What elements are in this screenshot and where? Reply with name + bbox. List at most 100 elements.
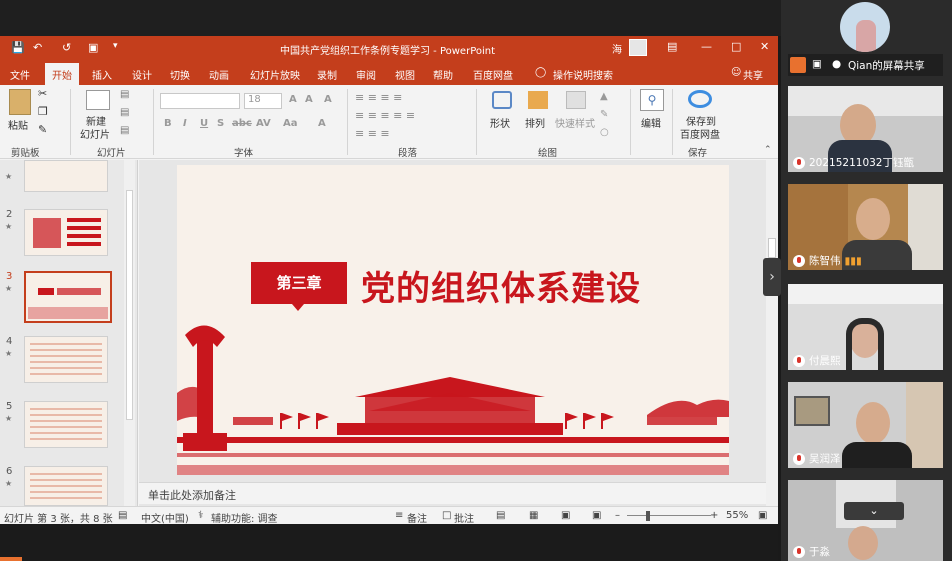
new-slide-icon[interactable] [86,90,110,110]
new-slide-label-2[interactable]: 幻灯片 [80,126,110,141]
reset-icon[interactable]: ▤ [120,107,129,118]
edit-label[interactable]: 编辑 [641,115,661,130]
strikethrough-icon[interactable]: abc [232,118,252,129]
baidu-cloud-icon[interactable] [688,90,712,108]
tab-home[interactable]: 开始 [45,63,79,87]
tab-view[interactable]: 视图 [395,67,415,82]
maximize-icon[interactable]: □ [731,40,741,53]
fill-icon[interactable]: ▲ [600,91,608,102]
tab-design[interactable]: 设计 [132,67,152,82]
sharer-avatar[interactable] [840,2,890,52]
language-status[interactable]: 中文(中国) [141,510,189,525]
video-tile[interactable]: 20215211032丁钰甑 [788,86,943,172]
slide-thumbnail-1[interactable] [24,160,108,192]
slide-thumbnail-6[interactable] [24,466,108,506]
arrange-label[interactable]: 排列 [525,115,545,130]
effects-icon[interactable]: ○ [600,127,609,138]
slide-thumbnail-3[interactable] [24,271,112,323]
font-size-select[interactable]: 18 [244,93,282,109]
tab-review[interactable]: 审阅 [356,67,376,82]
scroll-thumb[interactable] [126,190,133,420]
present-icon[interactable]: ▣ [88,41,98,54]
quick-style-label[interactable]: 快速样式 [555,115,595,130]
italic-icon[interactable]: I [183,118,187,129]
fit-slide-icon[interactable]: ▣ [758,510,767,521]
save-to-label-2[interactable]: 百度网盘 [680,126,720,141]
quick-style-icon[interactable] [566,91,586,109]
tab-record[interactable]: 录制 [317,67,337,82]
comments-button[interactable]: 批注 [454,510,474,525]
font-family-select[interactable] [160,93,240,109]
paste-icon[interactable] [9,89,31,115]
chevron-down-icon[interactable]: ⌄ [844,502,904,520]
slide-scroll-thumb[interactable] [768,238,776,258]
slide-thumbnail-2[interactable] [24,209,108,256]
zoom-in-icon[interactable]: + [710,510,718,521]
layout-icon[interactable]: ▤ [120,89,129,100]
tab-transitions[interactable]: 切换 [170,67,190,82]
tab-animations[interactable]: 动画 [209,67,229,82]
format-painter-icon[interactable]: ✎ [38,123,47,136]
bullets-icon[interactable]: ≡ ≡ ≡ ≡ [355,91,402,104]
thumbnails-scrollbar[interactable] [124,160,135,506]
video-tile[interactable]: 付晨熙 [788,284,943,370]
current-slide[interactable]: 第三章 党的组织体系建设 [177,165,729,475]
accessibility-status[interactable]: 辅助功能: 调查 [211,510,278,525]
user-avatar[interactable] [629,39,647,56]
notes-button[interactable]: 备注 [407,510,427,525]
find-icon[interactable]: ⚲ [640,89,664,111]
collapse-ribbon-icon[interactable]: ⌃ [764,145,772,155]
shrink-font-icon[interactable]: A [305,94,313,105]
notes-pane[interactable]: 单击此处添加备注 [139,482,766,504]
change-case-icon[interactable]: Aa [283,118,298,129]
arrange-icon[interactable] [528,91,548,109]
char-spacing-icon[interactable]: AV [256,118,271,129]
reading-view-icon[interactable]: ▣ [561,510,570,521]
shadow-icon[interactable]: S [217,118,224,129]
zoom-level[interactable]: 55% [726,510,748,521]
tell-me-search[interactable]: 操作说明搜索 [553,67,613,82]
sorter-view-icon[interactable]: ▦ [529,510,538,521]
shapes-icon[interactable] [492,91,512,109]
cut-icon[interactable]: ✂ [38,87,47,100]
tab-file[interactable]: 文件 [10,67,30,82]
tab-insert[interactable]: 插入 [92,67,112,82]
zoom-slider-thumb[interactable] [646,511,650,521]
zoom-out-icon[interactable]: – [615,510,620,521]
muted-mic-icon [793,545,805,558]
tab-baidu[interactable]: 百度网盘 [473,67,513,82]
close-icon[interactable]: ✕ [760,40,769,53]
undo-icon[interactable]: ↶ [33,41,42,54]
clear-format-icon[interactable]: A [324,94,332,105]
normal-view-icon[interactable]: ▤ [496,510,505,521]
share-button[interactable]: 共享 [743,67,763,82]
underline-icon[interactable]: U [200,118,208,129]
tab-help[interactable]: 帮助 [433,67,453,82]
paste-label[interactable]: 粘贴 [8,117,28,132]
font-color-icon[interactable]: A [318,118,326,129]
bold-icon[interactable]: B [164,118,172,129]
video-tile[interactable]: 陈智伟 ▮▮▮ [788,184,943,270]
save-icon[interactable]: 💾 [11,41,25,54]
section-icon[interactable]: ▤ [120,125,129,136]
customize-icon[interactable]: ▾ [113,41,118,51]
outline-icon[interactable]: ✎ [600,109,608,120]
video-tile[interactable]: ⌄ 于淼 [788,480,943,561]
ribbon-display-icon[interactable]: ▤ [667,40,677,53]
copy-icon[interactable]: ❐ [38,105,48,118]
grow-font-icon[interactable]: A [289,94,297,105]
video-tile[interactable]: 吴润泽 [788,382,943,468]
slideshow-view-icon[interactable]: ▣ [592,510,601,521]
direction-icons[interactable]: ≡ ≡ ≡ [355,127,390,140]
expand-panel-button[interactable]: › [763,258,781,296]
slide-thumbnail-5[interactable] [24,401,108,448]
redo-icon[interactable]: ↺ [62,41,71,54]
slide-scrollbar[interactable] [766,160,778,506]
shapes-label[interactable]: 形状 [490,115,510,130]
minimize-icon[interactable]: — [701,40,712,53]
spellcheck-icon[interactable]: ▤ [118,510,127,521]
tab-slideshow[interactable]: 幻灯片放映 [250,67,300,82]
align-icons[interactable]: ≡ ≡ ≡ ≡ ≡ [355,109,415,122]
slide-thumbnail-4[interactable] [24,336,108,383]
zoom-slider[interactable] [627,515,711,516]
